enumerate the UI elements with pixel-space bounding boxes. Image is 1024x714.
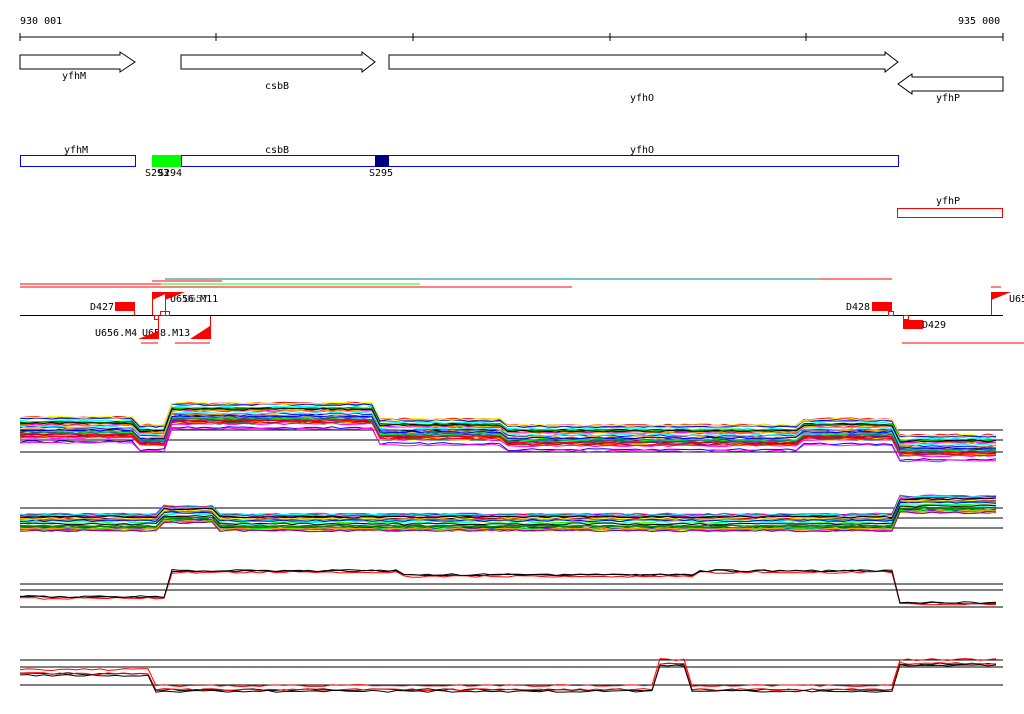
- feature-label-d428: D428: [846, 302, 870, 313]
- axis-start-label: 930 001: [20, 16, 62, 27]
- operon-label-yfhO: yfhO: [630, 145, 654, 156]
- operon-yfhP[interactable]: [897, 208, 1003, 218]
- feature-label-u657: U657: [184, 294, 208, 305]
- feature-d428[interactable]: [872, 302, 892, 311]
- feature-d427[interactable]: [115, 302, 135, 311]
- site-label-s294: S294: [158, 168, 182, 179]
- operon-yfhM[interactable]: [20, 155, 136, 167]
- expression-line: [19, 664, 997, 693]
- operon-label-yfhP: yfhP: [936, 196, 960, 207]
- genome-browser: 930 001 935 000 yfhM csbB yfhO yfhP yfhM…: [19, 16, 1024, 693]
- site-label-s295: S295: [369, 168, 393, 179]
- gene-label-yfhO: yfhO: [630, 93, 654, 104]
- operon-label-yfhM: yfhM: [64, 145, 88, 156]
- gene-label-csbB: csbB: [265, 81, 289, 92]
- feature-label-d429: D429: [922, 320, 946, 331]
- site-s295[interactable]: [375, 155, 389, 167]
- feature-track: D427 U656.M11 U657 U656.M4 U658.M13 D428…: [20, 278, 1024, 344]
- expression-line: [19, 658, 997, 688]
- site-s293-s294[interactable]: [152, 155, 181, 167]
- axis-end-label: 935 000: [958, 16, 1000, 27]
- operon-track: yfhM csbB yfhO S293 S294 S295 yfhP: [20, 145, 1003, 218]
- gene-arrow-yfhP[interactable]: [897, 73, 1004, 95]
- feature-label-u65: U65: [1009, 294, 1024, 305]
- expression-line: [19, 569, 997, 605]
- coordinate-axis: 930 001 935 000: [19, 16, 1004, 41]
- feature-label-d427: D427: [90, 302, 114, 313]
- gene-arrow-csbB[interactable]: [180, 50, 376, 74]
- gene-label-yfhP: yfhP: [936, 93, 960, 104]
- gene-label-yfhM: yfhM: [62, 71, 86, 82]
- gene-track: [19, 50, 1004, 95]
- feature-label-u656m4: U656.M4: [95, 328, 137, 339]
- expression-tracks: [19, 401, 1003, 693]
- gene-arrow-yfhM[interactable]: [19, 51, 136, 73]
- gene-arrow-yfhO[interactable]: [388, 50, 899, 74]
- operon-csbB-yfhO[interactable]: [181, 155, 899, 167]
- feature-d429[interactable]: [903, 320, 923, 329]
- operon-label-csbB: csbB: [265, 145, 289, 156]
